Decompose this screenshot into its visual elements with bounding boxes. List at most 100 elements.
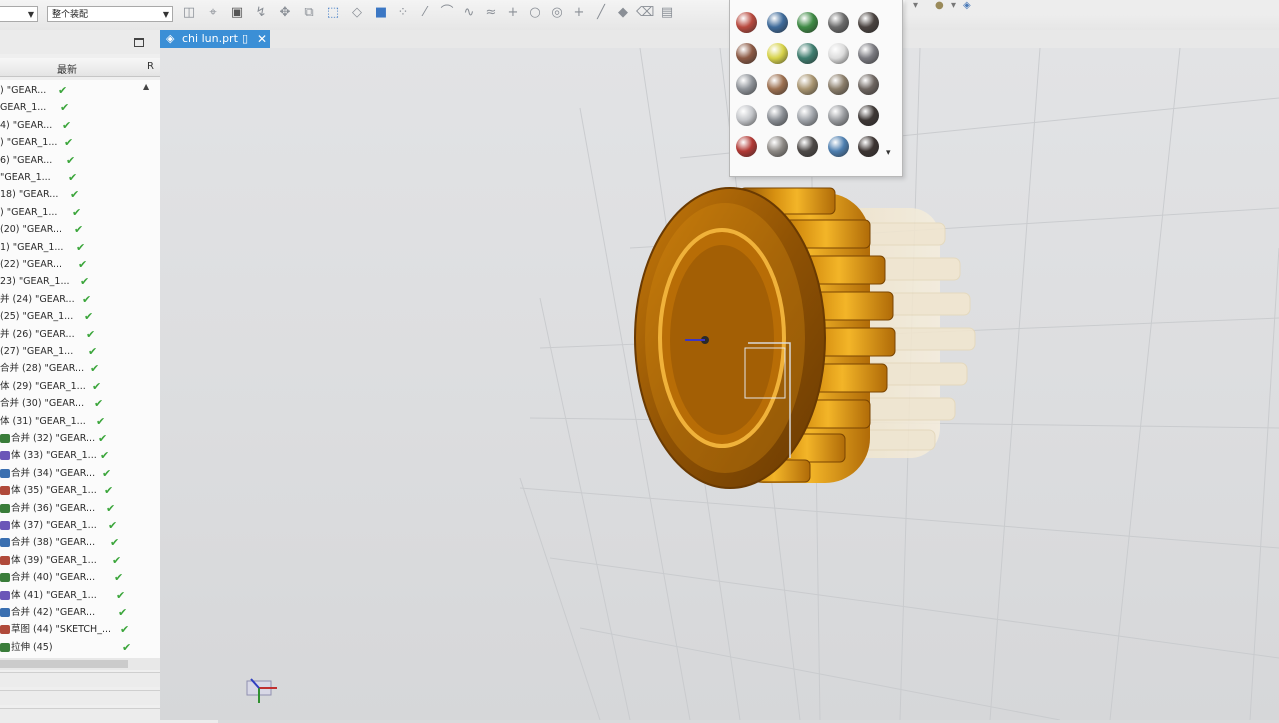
tree-row[interactable]: ) "GEAR... ✔ [0, 82, 160, 99]
cube-shaded-icon[interactable]: ■ [372, 4, 390, 22]
color-swatch[interactable] [736, 136, 757, 157]
more-colors-arrow-icon[interactable]: ▾ [886, 148, 891, 158]
point-cloud-icon[interactable]: ⁘ [394, 4, 412, 22]
tree-row[interactable]: 合并 (38) "GEAR... ✔ [0, 534, 160, 551]
scrollbar-thumb[interactable] [0, 660, 128, 668]
material-icon[interactable]: ● [935, 0, 944, 11]
tree-row-label: 并 (26) "GEAR... [0, 328, 75, 340]
tree-row[interactable]: 6) "GEAR... ✔ [0, 152, 160, 169]
color-swatch[interactable] [797, 74, 818, 95]
circle-target-icon[interactable]: ◎ [548, 4, 566, 22]
tree-row[interactable]: 合并 (34) "GEAR... ✔ [0, 465, 160, 482]
color-swatch[interactable] [766, 136, 788, 157]
fill-icon[interactable]: ◆ [614, 4, 632, 22]
color-swatch[interactable] [858, 74, 879, 95]
column-latest[interactable]: 最新 [57, 61, 77, 76]
chevron-down-icon: ▼ [27, 10, 34, 19]
tree-row[interactable]: 体 (39) "GEAR_1... ✔ [0, 552, 160, 569]
scroll-up-icon[interactable]: ▲ [143, 82, 149, 91]
tab-chi-lun[interactable]: ◈ chi lun.prt ▯ ✕ [160, 30, 270, 48]
column-r[interactable]: R [147, 61, 154, 72]
arc-icon[interactable]: ⌒ [438, 4, 456, 22]
tree-row[interactable]: 体 (35) "GEAR_1... ✔ [0, 482, 160, 499]
spline-icon[interactable]: ∿ [460, 4, 478, 22]
color-swatch[interactable] [797, 43, 818, 64]
maximize-icon[interactable] [134, 38, 144, 47]
snap-icon[interactable]: ⌖ [204, 4, 222, 22]
color-swatch[interactable] [827, 136, 849, 157]
tree-row[interactable]: 23) "GEAR_1... ✔ [0, 273, 160, 290]
point-icon[interactable]: ▣ [228, 4, 246, 22]
tree-row[interactable]: 拉伸 (45) ✔ [0, 639, 160, 656]
select-feature-icon[interactable]: ◫ [180, 4, 198, 22]
copy-icon[interactable]: ⧉ [300, 4, 318, 22]
color-swatch[interactable] [858, 105, 879, 126]
color-swatch[interactable] [736, 105, 757, 126]
tree-row[interactable]: (22) "GEAR... ✔ [0, 256, 160, 273]
wave-icon[interactable]: ≈ [482, 4, 500, 22]
tree-row-label: 并 (24) "GEAR... [0, 293, 75, 305]
color-swatch[interactable] [827, 43, 849, 64]
tree-row[interactable]: (27) "GEAR_1... ✔ [0, 343, 160, 360]
dropdown-arrow-icon[interactable]: ▾ [951, 0, 956, 11]
color-swatch[interactable] [827, 12, 849, 33]
color-swatch[interactable] [797, 136, 818, 157]
diagonal-icon[interactable]: ╱ [592, 4, 610, 22]
tree-row[interactable]: ) "GEAR_1... ✔ [0, 204, 160, 221]
tree-row[interactable]: 并 (26) "GEAR... ✔ [0, 326, 160, 343]
tree-row[interactable]: ) "GEAR_1... ✔ [0, 134, 160, 151]
selection-filter-dropdown[interactable]: ▼ [0, 6, 38, 22]
tree-row[interactable]: 体 (31) "GEAR_1... ✔ [0, 413, 160, 430]
color-swatch[interactable] [797, 105, 818, 126]
cube-wire-icon[interactable]: ◇ [348, 4, 366, 22]
render-style-icon[interactable]: ◈ [963, 0, 971, 11]
color-swatch[interactable] [766, 105, 788, 126]
plus-icon[interactable]: + [504, 4, 522, 22]
tree-row[interactable]: 体 (33) "GEAR_1... ✔ [0, 447, 160, 464]
tree-row[interactable]: (20) "GEAR... ✔ [0, 221, 160, 238]
tree-row[interactable]: (25) "GEAR_1... ✔ [0, 308, 160, 325]
box-select-icon[interactable]: ⬚ [324, 4, 342, 22]
tree-row[interactable]: 18) "GEAR... ✔ [0, 186, 160, 203]
color-swatch[interactable] [736, 12, 757, 33]
tree-row[interactable]: 1) "GEAR_1... ✔ [0, 239, 160, 256]
color-swatch[interactable] [858, 136, 879, 157]
tree-row-label: (20) "GEAR... [0, 224, 63, 236]
tree-row[interactable]: 体 (29) "GEAR_1... ✔ [0, 378, 160, 395]
tree-row[interactable]: 并 (24) "GEAR... ✔ [0, 291, 160, 308]
layer-icon[interactable]: ▤ [658, 4, 676, 22]
assembly-scope-dropdown[interactable]: 整个装配 ▼ [47, 6, 173, 22]
color-swatch[interactable] [736, 43, 757, 64]
color-swatch[interactable] [797, 12, 818, 33]
color-swatch[interactable] [827, 105, 849, 126]
tree-row[interactable]: 合并 (42) "GEAR... ✔ [0, 604, 160, 621]
tree-row[interactable]: 合并 (40) "GEAR... ✔ [0, 569, 160, 586]
color-swatch[interactable] [736, 74, 757, 95]
line-icon[interactable]: ⁄ [416, 4, 434, 22]
tree-row[interactable]: 合并 (36) "GEAR... ✔ [0, 500, 160, 517]
graphics-viewport[interactable] [160, 48, 1279, 720]
erase-icon[interactable]: ⌫ [636, 4, 654, 22]
dropdown-arrow-icon[interactable]: ▾ [913, 0, 918, 11]
tree-row[interactable]: 4) "GEAR... ✔ [0, 117, 160, 134]
curve-icon[interactable]: ↯ [252, 4, 270, 22]
color-swatch[interactable] [858, 12, 879, 33]
tree-row[interactable]: "GEAR_1... ✔ [0, 169, 160, 186]
color-swatch[interactable] [827, 74, 849, 95]
tree-row[interactable]: GEAR_1... ✔ [0, 99, 160, 116]
tree-row[interactable]: 合并 (32) "GEAR... ✔ [0, 430, 160, 447]
tree-row[interactable]: 草图 (44) "SKETCH_... ✔ [0, 621, 160, 638]
tree-row[interactable]: 合并 (30) "GEAR... ✔ [0, 395, 160, 412]
color-swatch[interactable] [766, 43, 788, 64]
color-swatch[interactable] [766, 74, 788, 95]
circle-icon[interactable]: ○ [526, 4, 544, 22]
color-swatch[interactable] [766, 12, 788, 33]
move-icon[interactable]: ✥ [276, 4, 294, 22]
tree-row[interactable]: 合并 (28) "GEAR... ✔ [0, 360, 160, 377]
color-swatch[interactable] [858, 43, 879, 64]
tree-row[interactable]: 体 (37) "GEAR_1... ✔ [0, 517, 160, 534]
cross-icon[interactable]: + [570, 4, 588, 22]
gear-3d-model[interactable] [600, 168, 1000, 498]
close-icon[interactable]: ✕ [257, 30, 267, 48]
tree-row[interactable]: 体 (41) "GEAR_1... ✔ [0, 587, 160, 604]
